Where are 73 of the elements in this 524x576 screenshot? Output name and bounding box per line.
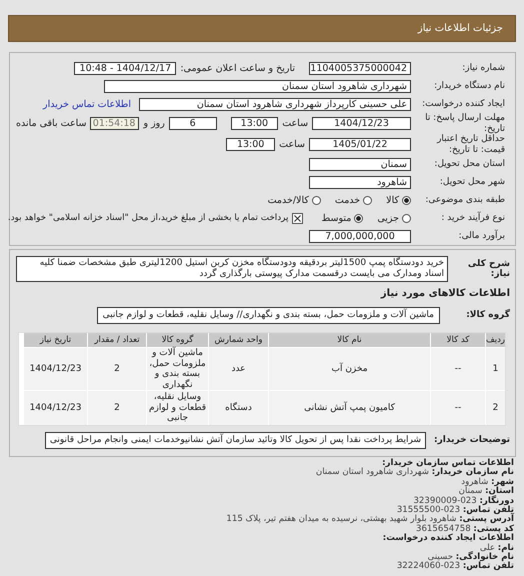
time-field[interactable]: 13:00 [230, 117, 278, 130]
field-label: برآورد مالی: [458, 230, 505, 242]
time-field[interactable]: 13:00 [226, 138, 276, 151]
table-cell: 2 [486, 391, 505, 425]
column-header: ردیف [486, 333, 505, 347]
table-cell: 2 [88, 348, 146, 390]
contact-line: نام سازمان خریدار: شهرداری شاهرود استان سمنان [316, 468, 514, 478]
field-label: شهر محل تحویل: [438, 176, 505, 188]
text-field[interactable]: سمنان [309, 158, 411, 170]
field-label: توضیحات خریدار: [433, 434, 510, 446]
field-label: نوع فرآیند خرید : [440, 212, 505, 224]
field-label: گروه کالا: [465, 310, 510, 320]
table-cell: عدد [209, 348, 268, 390]
field-label: روز و [143, 118, 165, 129]
contact-line: نام خانوادگی: حسینی [428, 553, 514, 562]
field-label: طبقه بندی موضوعی: [424, 194, 505, 206]
days-field[interactable]: 6 [168, 117, 217, 130]
text-field[interactable]: 1104005375000042 [309, 62, 411, 74]
table-cell: وسایل نقلیه، قطعات و لوازم جانبی [147, 391, 208, 425]
contact-line: شهر: شاهرود [461, 478, 514, 487]
header-title: جزئیات اطلاعات نیاز [418, 23, 503, 34]
column-header: نام کالا [269, 333, 430, 347]
countdown-field: 01:54:18 [90, 117, 140, 130]
column-header: واحد شمارش [209, 333, 268, 347]
radio-option[interactable]: کالا [386, 194, 411, 206]
radio-option[interactable]: خدمت [334, 194, 372, 206]
column-header: تعداد / مقدار [88, 333, 146, 347]
checkbox[interactable] [292, 212, 304, 224]
table-cell: 1404/12/23 [24, 348, 87, 390]
date-field[interactable]: 1404/12/23 [312, 117, 411, 130]
amount-field[interactable]: 7,000,000,000 [309, 230, 411, 242]
table-cell: 1404/12/23 [24, 391, 87, 425]
radio-option[interactable]: جزیی [377, 212, 411, 224]
description-box: خرید دودستگاه پمپ 1500لیتر بردقیقه ودودستگاه مخزن کربن استیل 1200لیتری طبق مشخصات ضمنا کلیه اسناد ومدارک می بایست درقسمت مدارک پیوستی بارگذاری گردد [16, 256, 448, 282]
goods-group-box: ماشین آلات و ملزومات حمل، بسته بندی و نگهداری// وسایل نقلیه، قطعات و لوازم جانبی [96, 306, 440, 324]
column-header: کد کالا [431, 333, 485, 347]
field-label: ساعت [282, 118, 308, 129]
field-label: ساعت [279, 139, 305, 150]
field-label: تاریخ و ساعت اعلان عمومی: [180, 62, 295, 74]
table-cell: ماشین آلات و ملزومات حمل، بسته بندی و نگهداری [147, 348, 208, 390]
table-cell: دستگاه [209, 391, 268, 425]
table-cell: 1 [486, 348, 505, 390]
table-cell: -- [431, 391, 485, 425]
contact-line: استان: سمنان [458, 487, 514, 496]
date-field[interactable]: 1405/01/22 [309, 138, 411, 151]
field-label: شرح کلی نیاز: [466, 258, 510, 280]
table-cell: مخزن آب [269, 348, 430, 390]
text-field[interactable]: شهرداری شاهرود استان سمنان [104, 80, 411, 92]
table-cell: کامیون پمپ آتش نشانی [269, 391, 430, 425]
text-field[interactable]: 1404/12/17 - 10:48 [74, 62, 176, 74]
field-label: شماره نیاز: [461, 62, 505, 74]
text-field[interactable]: علی حسینی کارپرداز شهرداری شاهرود استان سمنان [139, 98, 411, 110]
field-label: مهلت ارسال پاسخ: تا تاریخ: [424, 113, 505, 134]
checkbox-label: پرداخت تمام یا بخشی از مبلغ خرید،از محل "اسناد خزانه اسلامی" خواهد بود. [8, 213, 288, 223]
table-cell: -- [431, 348, 485, 390]
column-header: گروه کالا [147, 333, 208, 347]
buyer-contact-link[interactable]: اطلاعات تماس خریدار [42, 98, 131, 110]
radio-option[interactable]: کالا/خدمت [268, 194, 321, 206]
field-label: ساعت باقی مانده [16, 118, 86, 129]
contact-line: آدرس پستی: شاهرود بلوار شهید بهشتی، نرسیده به میدان هفتم تیر، پلاک 115 [226, 515, 514, 524]
field-label: ایجاد کننده درخواست: [421, 98, 505, 110]
table-cell: 2 [88, 391, 146, 425]
notes-box: شرایط پرداخت نقدا پس از تحویل کالا وتائید سازمان آتش نشانیوخدمات ایمنی وانجام مراحل قانونی [44, 432, 426, 448]
contact-heading: اطلاعات تماس سازمان خریدار: [382, 459, 514, 468]
field-label: نام دستگاه خریدار: [433, 80, 505, 92]
field-label: حداقل تاریخ اعتبار قیمت: تا تاریخ: [436, 134, 505, 155]
text-field[interactable]: شاهرود [309, 176, 411, 188]
field-label: استان محل تحویل: [433, 158, 505, 170]
section-heading: اطلاعات کالاهای مورد نیاز [380, 288, 510, 299]
column-header: تاریخ نیاز [24, 333, 87, 347]
contact-line: نام: علی [480, 544, 514, 553]
radio-option[interactable]: متوسط [321, 212, 364, 224]
contact-heading: اطلاعات ایجاد کننده درخواست: [382, 534, 514, 544]
